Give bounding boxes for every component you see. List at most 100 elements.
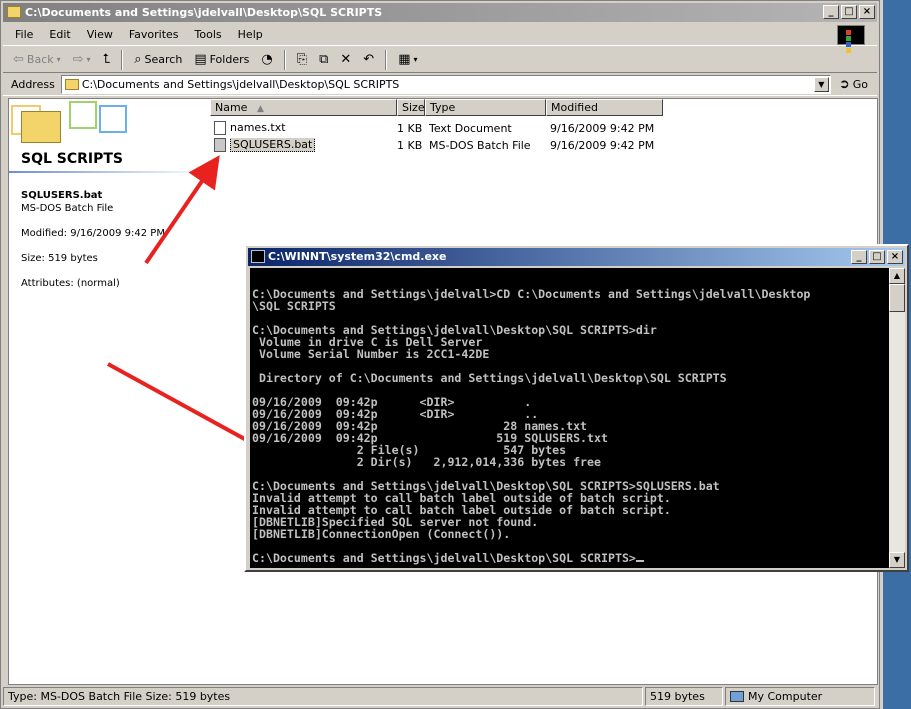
selected-file-name: SQLUSERS.bat [21,190,103,201]
status-size: 519 bytes [645,687,723,706]
toolbar-separator [121,49,124,70]
console-scrollbar[interactable]: ▲ ▼ [889,268,905,568]
table-row[interactable]: names.txt 1 KB Text Document 9/16/2009 9… [210,120,663,136]
delete-icon: ✕ [340,52,352,67]
address-dropdown-button[interactable]: ▼ [813,77,829,92]
console-line: 2 Dir(s) 2,912,014,336 bytes free [252,455,602,469]
scroll-thumb[interactable] [889,284,905,312]
maximize-button[interactable]: □ [841,5,857,19]
scroll-up-button[interactable]: ▲ [889,268,905,284]
maximize-button[interactable]: □ [869,250,885,264]
history-icon: ◔ [261,52,273,67]
selected-file-size: Size: 519 bytes [21,253,98,264]
undo-button[interactable]: ↶ [359,50,378,69]
history-button[interactable]: ◔ [257,50,276,69]
console-cursor [635,560,644,562]
go-label: Go [852,78,868,91]
text-file-icon [214,121,226,135]
cmd-title: C:\WINNT\system32\cmd.exe [268,250,447,263]
standard-toolbar: ⇦ Back ▾ ⇨ ▾ ⮤ ⌕ Search ▤ Folders ◔ ⎘ ⧉ … [3,47,877,73]
views-button[interactable]: ▦ ▾ [394,50,421,69]
console-line: Volume Serial Number is 2CC1-42DE [252,347,490,361]
copy-to-button[interactable]: ⧉ [315,50,332,69]
forward-button[interactable]: ⇨ ▾ [69,50,95,69]
banner-decoration [69,101,97,129]
menu-favorites[interactable]: Favorites [121,28,187,41]
folders-icon: ▤ [194,52,207,67]
folder-banner: SQL SCRIPTS [9,99,209,173]
cmd-titlebar[interactable]: C:\WINNT\system32\cmd.exe _ □ × [248,248,905,266]
address-input[interactable]: C:\Documents and Settings\jdelvall\Deskt… [60,75,831,94]
console-icon [251,250,265,263]
menu-file[interactable]: File [7,28,41,41]
minimize-button[interactable]: _ [851,250,867,264]
views-icon: ▦ [398,52,411,67]
folder-icon [7,6,21,18]
status-bar: Type: MS-DOS Batch File Size: 519 bytes … [3,687,877,707]
explorer-title: C:\Documents and Settings\jdelvall\Deskt… [25,6,383,19]
minimize-button[interactable]: _ [823,5,839,19]
toolbar-separator [385,49,388,70]
close-button[interactable]: × [859,5,875,19]
column-headers: Name ▲ Size Type Modified [210,99,663,116]
table-row[interactable]: SQLUSERS.bat 1 KB MS-DOS Batch File 9/16… [210,137,663,153]
windows-logo-icon [837,25,865,53]
sort-ascending-icon: ▲ [256,104,264,114]
column-header-name[interactable]: Name ▲ [210,99,397,116]
up-folder-button[interactable]: ⮤ [99,50,115,69]
menu-view[interactable]: View [79,28,121,41]
forward-arrow-icon: ⇨ [72,52,84,67]
back-arrow-icon: ⇦ [13,52,24,67]
banner-decoration [99,105,127,133]
column-header-type[interactable]: Type [425,99,546,116]
status-zone: My Computer [725,687,875,706]
address-label: Address [11,78,55,91]
search-button[interactable]: ⌕ Search [130,50,186,69]
menu-bar: File Edit View Favorites Tools Help [3,24,877,53]
file-size: 1 KB [397,138,423,152]
folders-label: Folders [209,53,250,66]
explorer-titlebar[interactable]: C:\Documents and Settings\jdelvall\Deskt… [3,3,877,22]
chevron-down-icon: ▾ [86,55,91,64]
file-details: SQLUSERS.bat MS-DOS Batch File Modified:… [21,189,165,290]
delete-button[interactable]: ✕ [336,50,355,69]
console-output[interactable]: C:\Documents and Settings\jdelvall>CD C:… [250,268,890,568]
go-arrow-icon: ➲ [838,77,850,92]
scroll-down-button[interactable]: ▼ [889,552,905,568]
menu-edit[interactable]: Edit [41,28,78,41]
file-modified: 9/16/2009 9:42 PM [550,138,655,152]
move-to-button[interactable]: ⎘ [293,50,311,69]
copy-to-icon: ⧉ [319,52,329,67]
search-icon: ⌕ [134,52,142,67]
menu-tools[interactable]: Tools [187,28,230,41]
file-name: SQLUSERS.bat [230,138,316,152]
console-line: Directory of C:\Documents and Settings\j… [252,371,727,385]
cmd-window: C:\WINNT\system32\cmd.exe _ □ × C:\Docum… [244,244,909,572]
console-line: C:\Documents and Settings\jdelvall>CD C:… [252,287,811,301]
selected-file-attributes: Attributes: (normal) [21,278,120,289]
close-button[interactable]: × [887,250,903,264]
folder-icon [64,79,79,90]
column-header-modified[interactable]: Modified [546,99,663,116]
file-modified: 9/16/2009 9:42 PM [550,121,655,135]
console-line: C:\Documents and Settings\jdelvall\Deskt… [252,552,890,564]
folder-title: SQL SCRIPTS [21,151,124,167]
file-type: Text Document [429,121,512,135]
selected-file-type: MS-DOS Batch File [21,203,114,214]
menu-help[interactable]: Help [230,28,271,41]
chevron-down-icon: ▾ [413,55,418,64]
go-button[interactable]: ➲ Go [839,77,868,92]
folders-button[interactable]: ▤ Folders [190,50,253,69]
selected-file-modified: Modified: 9/16/2009 9:42 PM [21,228,165,239]
status-text: Type: MS-DOS Batch File Size: 519 bytes [3,687,643,706]
my-computer-icon [730,691,744,702]
folder-icon [21,111,61,143]
address-value: C:\Documents and Settings\jdelvall\Deskt… [81,78,400,91]
back-label: Back [26,53,54,66]
status-zone-label: My Computer [748,690,823,703]
back-button[interactable]: ⇦ Back ▾ [9,50,65,69]
web-view-pane: SQL SCRIPTS SQLUSERS.bat MS-DOS Batch Fi… [9,99,209,684]
column-header-size[interactable]: Size [397,99,425,116]
chevron-down-icon: ▾ [56,55,61,64]
file-size: 1 KB [397,121,423,135]
